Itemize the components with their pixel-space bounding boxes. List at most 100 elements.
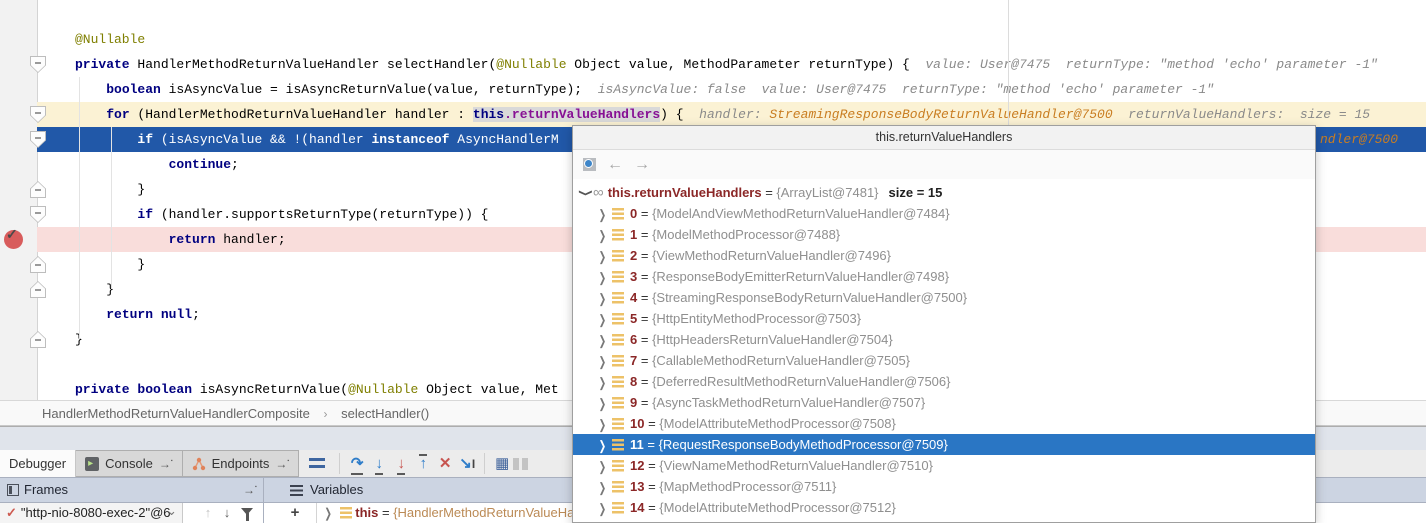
item-value: {DeferredResultMethodReturnValueHandler@… [652,374,950,389]
element-icon [612,481,624,493]
expand-chevron-icon[interactable]: ❯ [599,496,610,523]
popup-list-item[interactable]: ❯5 = {HttpEntityMethodProcessor@7503} [573,308,1315,329]
thread-selector[interactable]: ✓"http-nio-8080-exec-2"@6 ⌄ [0,503,183,523]
popup-list-item[interactable]: ❯8 = {DeferredResultMethodReturnValueHan… [573,371,1315,392]
element-icon [612,334,624,346]
drop-frame-icon: ✕ [439,455,452,472]
popup-list-item[interactable]: ❯10 = {ModelAttributeMethodProcessor@750… [573,413,1315,434]
collapse-chevron-icon[interactable]: ❯ [571,189,598,200]
popup-list-item[interactable]: ❯11 = {RequestResponseBodyMethodProcesso… [573,434,1315,455]
fold-start-marker[interactable] [30,106,46,123]
field-icon [340,507,352,519]
inspect-node-icon[interactable] [583,158,596,171]
item-index: 14 [630,500,644,515]
equals: = [637,395,652,410]
run-to-cursor-caret: I [472,457,475,471]
item-value: {ModelAttributeMethodProcessor@7508} [659,416,896,431]
force-step-into-icon: ↓ [397,456,405,475]
equals: = [637,248,652,263]
console-icon [85,457,99,471]
code-line[interactable]: private HandlerMethodReturnValueHandler … [37,52,1426,77]
fold-start-marker[interactable] [30,206,46,223]
popup-list-item[interactable]: ❯4 = {StreamingResponseBodyReturnValueHa… [573,287,1315,308]
debugger-value-popup[interactable]: this.returnValueHandlers ← → ❯∞this.retu… [572,125,1316,523]
item-value: {ModelAndViewMethodReturnValueHandler@74… [652,206,949,221]
layout-settings-icon[interactable] [513,458,529,470]
code-line[interactable]: for (HandlerMethodReturnValueHandler han… [37,102,1426,127]
variable-name: this [355,505,378,520]
code-line[interactable]: @Nullable [37,27,1426,52]
breadcrumb-class[interactable]: HandlerMethodReturnValueHandlerComposite [42,401,310,426]
breadcrumb-method[interactable]: selectHandler() [341,401,429,426]
popup-list-item[interactable]: ❯7 = {CallableMethodReturnValueHandler@7… [573,350,1315,371]
thread-name: "http-nio-8080-exec-2"@6 [21,505,171,520]
popup-list-item[interactable]: ❯1 = {ModelMethodProcessor@7488} [573,224,1315,245]
fold-end-marker[interactable] [30,331,46,348]
panel-divider[interactable] [263,477,264,523]
drop-frame-button[interactable]: ✕ [434,450,456,477]
popup-list-item[interactable]: ❯13 = {MapMethodProcessor@7511} [573,476,1315,497]
frames-panel-icon [7,484,19,496]
tab-console[interactable]: Console → [76,450,182,477]
step-out-button[interactable]: ↑ [412,450,434,477]
item-index: 13 [630,479,644,494]
popup-title: this.returnValueHandlers [573,126,1315,150]
toolbar-separator [484,453,485,474]
root-name: this.returnValueHandlers [608,185,762,200]
frame-up-button[interactable]: ↑ [199,503,217,523]
fold-start-marker[interactable] [30,56,46,73]
element-icon [612,460,624,472]
popup-list-item[interactable]: ❯12 = {ViewNameMethodReturnValueHandler@… [573,455,1315,476]
equals: = [644,458,659,473]
tab-endpoints-label: Endpoints [212,456,270,471]
force-step-into-button[interactable]: ↓ [390,450,412,477]
equals: = [378,505,393,520]
popup-list-item[interactable]: ❯0 = {ModelAndViewMethodReturnValueHandl… [573,203,1315,224]
frame-down-button[interactable]: ↓ [218,503,236,523]
evaluate-expression-icon: ▦ [495,455,509,472]
root-value: {ArrayList@7481} [776,185,878,200]
evaluate-expression-button[interactable]: ▦ [491,450,513,477]
item-value: {MapMethodProcessor@7511} [659,479,836,494]
element-icon [612,418,624,430]
step-into-button[interactable]: ↓ [368,450,390,477]
popup-list-item[interactable]: ❯3 = {ResponseBodyEmitterReturnValueHand… [573,266,1315,287]
item-value: {HttpEntityMethodProcessor@7503} [652,311,861,326]
tab-debugger[interactable]: Debugger [0,450,76,477]
fold-start-marker[interactable] [30,131,46,148]
frames-pin-icon[interactable]: → [243,478,257,505]
popup-tree-root[interactable]: ❯∞this.returnValueHandlers = {ArrayList@… [573,182,1315,203]
element-icon [612,376,624,388]
step-over-button[interactable]: ↷ [346,450,368,477]
equals: = [637,290,652,305]
popup-list-item[interactable]: ❯9 = {AsyncTaskMethodReturnValueHandler@… [573,392,1315,413]
breakpoint-verified-check: ✓ [6,226,18,243]
navigate-back-icon[interactable]: ← [607,156,623,174]
fold-end-marker[interactable] [30,256,46,273]
navigate-forward-icon[interactable]: → [634,156,650,174]
expand-chevron-icon[interactable]: ❯ [324,502,332,523]
popup-list-item[interactable]: ❯6 = {HttpHeadersReturnValueHandler@7504… [573,329,1315,350]
combo-chevron-icon: ⌄ [166,501,177,521]
item-index: 12 [630,458,644,473]
popup-toolbar: ← → [573,150,1315,179]
equals: = [637,332,652,347]
fold-end-marker[interactable] [30,281,46,298]
run-to-cursor-button[interactable]: ↘I [456,450,478,477]
new-watch-button[interactable]: + [286,503,304,523]
popup-list-item[interactable]: ❯2 = {ViewMethodReturnValueHandler@7496} [573,245,1315,266]
variables-panel-icon [290,485,303,496]
breakpoint-icon[interactable]: ✓ [4,230,23,249]
item-value: {HttpHeadersReturnValueHandler@7504} [652,332,893,347]
settings-menu-icon[interactable] [309,458,325,469]
thread-filter-icon[interactable] [241,508,253,515]
variable-value: {HandlerMethodReturnValueHa [393,505,574,520]
popup-list-item[interactable]: ❯14 = {ModelAttributeMethodProcessor@751… [573,497,1315,518]
item-value: {ViewMethodReturnValueHandler@7496} [652,248,891,263]
code-line[interactable]: boolean isAsyncValue = isAsyncReturnValu… [37,77,1426,102]
tab-endpoints[interactable]: Endpoints → [183,450,300,477]
external-arrow-icon: → [275,457,289,471]
item-value: {RequestResponseBodyMethodProcessor@7509… [659,437,948,452]
fold-end-marker[interactable] [30,181,46,198]
variables-this-row[interactable]: ❯ this = {HandlerMethodReturnValueHa [324,503,574,523]
